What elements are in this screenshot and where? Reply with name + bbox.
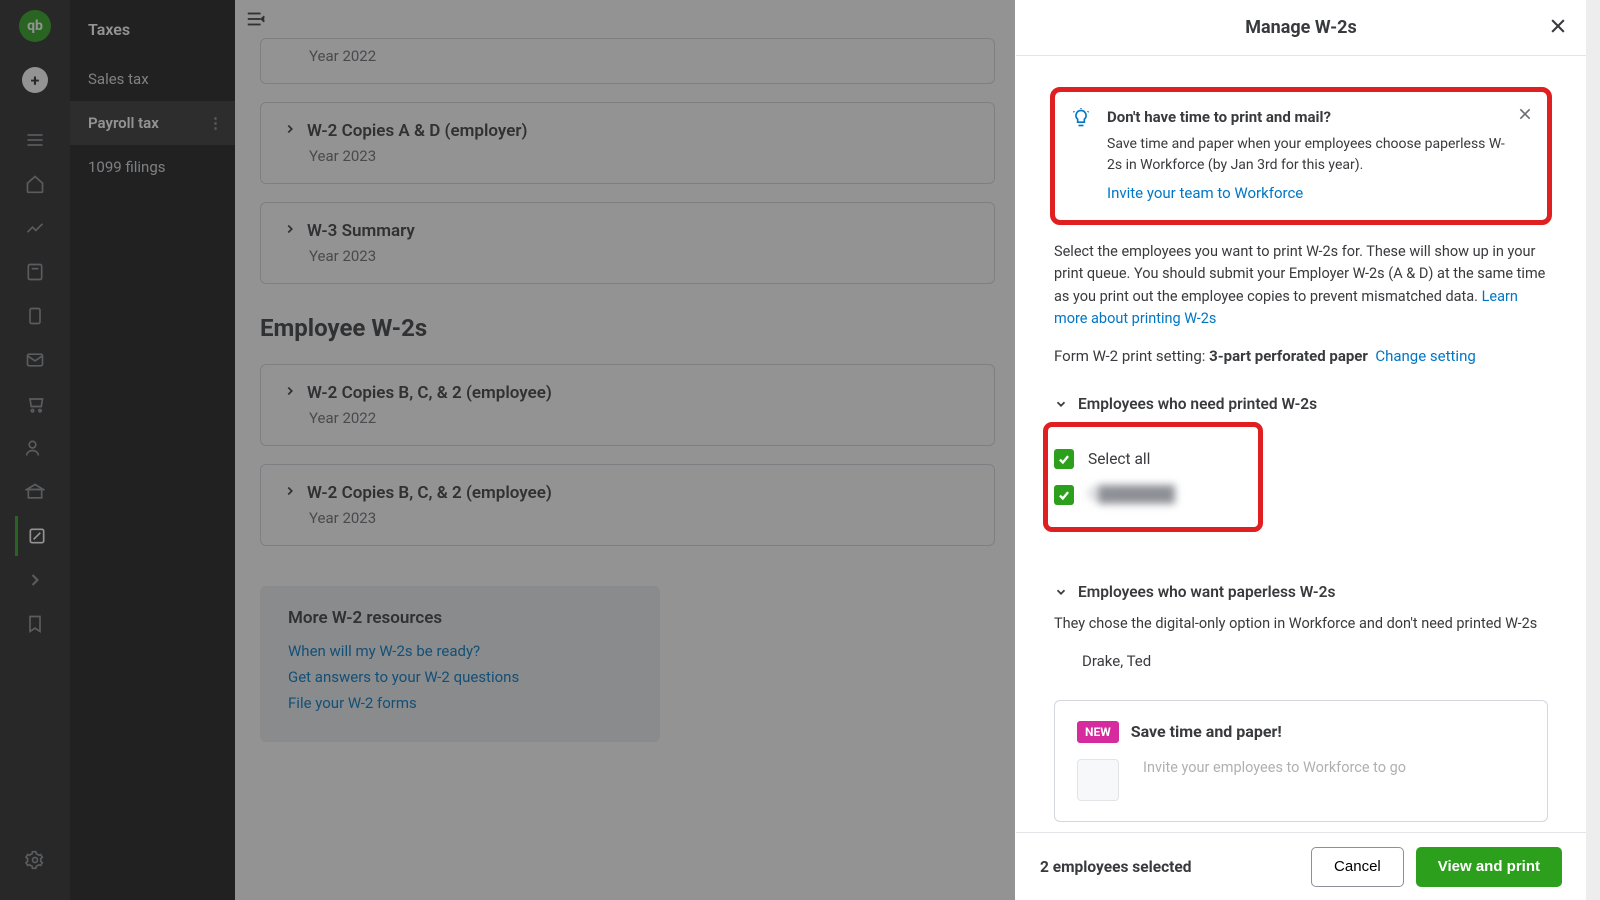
employee-row[interactable]: C███████ [1054,477,1248,513]
dismiss-tip-icon[interactable] [1517,106,1533,126]
drawer-title: Manage W-2s [1245,17,1356,38]
selected-count: 2 employees selected [1040,858,1191,876]
paperless-employee: Drake, Ted [1082,652,1548,670]
modal-overlay[interactable] [0,0,1015,900]
drawer-footer: 2 employees selected Cancel View and pri… [1016,832,1586,900]
tip-body: Save time and paper when your employees … [1107,134,1505,176]
promo-body: Invite your employees to Workforce to go [1143,759,1406,776]
checkbox-checked-icon[interactable] [1054,485,1074,505]
view-and-print-button[interactable]: View and print [1416,847,1562,887]
printed-section-toggle[interactable]: Employees who need printed W-2s [1054,395,1548,413]
promo-heading: Save time and paper! [1131,722,1282,741]
document-icon [1077,759,1119,801]
cancel-button[interactable]: Cancel [1311,847,1404,887]
tip-callout: Don't have time to print and mail? Save … [1054,91,1548,221]
promo-card: NEW Save time and paper! Invite your emp… [1054,700,1548,822]
invite-workforce-link[interactable]: Invite your team to Workforce [1107,184,1303,202]
scrollbar-track [1586,0,1600,900]
employee-checklist: Select all C███████ [1048,427,1258,527]
paperless-section: They chose the digital-only option in Wo… [1054,615,1548,670]
close-icon[interactable] [1548,16,1568,40]
instruction-text: Select the employees you want to print W… [1054,241,1548,331]
print-setting-row: Form W-2 print setting: 3-part perforate… [1054,347,1548,365]
section-label: Employees who want paperless W-2s [1078,583,1335,601]
blurb-text: Select the employees you want to print W… [1054,243,1545,305]
drawer-header: Manage W-2s [1016,0,1586,56]
paperless-section-toggle[interactable]: Employees who want paperless W-2s [1054,583,1548,601]
checkbox-checked-icon[interactable] [1054,449,1074,469]
select-all-label: Select all [1088,450,1150,468]
manage-w2s-drawer: Manage W-2s Don't have time to print and… [1016,0,1586,900]
paperless-body: They chose the digital-only option in Wo… [1054,615,1548,632]
select-all-row[interactable]: Select all [1054,441,1248,477]
tip-heading: Don't have time to print and mail? [1107,108,1505,126]
section-label: Employees who need printed W-2s [1078,395,1317,413]
change-setting-link[interactable]: Change setting [1375,347,1475,365]
setting-label: Form W-2 print setting: [1054,347,1209,365]
lightbulb-icon [1071,108,1091,132]
new-badge: NEW [1077,721,1119,743]
setting-value: 3-part perforated paper [1209,347,1368,365]
employee-name: C███████ [1088,485,1175,504]
drawer-body: Don't have time to print and mail? Save … [1016,56,1586,832]
